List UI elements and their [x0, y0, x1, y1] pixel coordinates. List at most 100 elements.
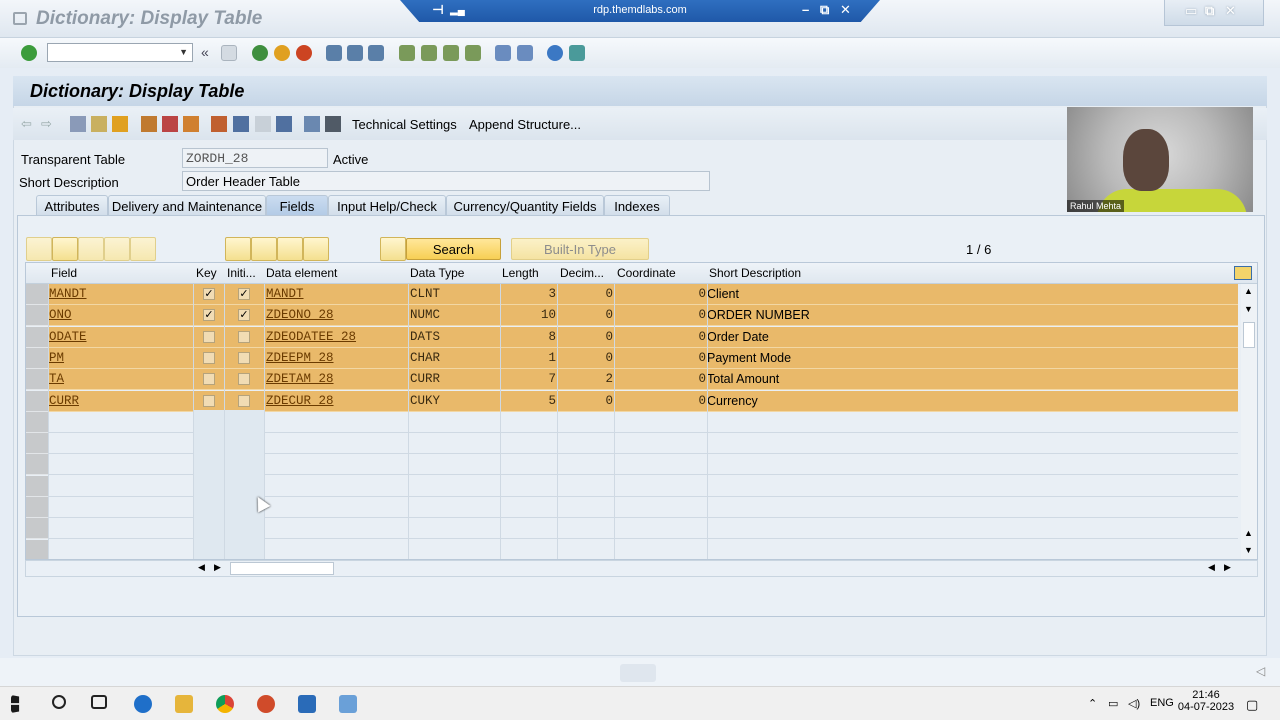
field-name-cell[interactable]: PM — [49, 351, 64, 365]
key-checkbox[interactable] — [203, 394, 215, 407]
field-name-cell[interactable]: ODATE — [49, 330, 87, 344]
table-row[interactable]: TA ZDETAM_28 CURR 7 2 0 Total Amount — [48, 369, 1238, 391]
find-icon[interactable] — [347, 45, 363, 61]
search-help-icon[interactable] — [380, 237, 406, 261]
search-icon[interactable] — [52, 695, 66, 709]
key-checkbox[interactable]: ✓ — [203, 288, 215, 300]
col-length[interactable]: Length — [502, 266, 539, 280]
scroll-down-icon-lower[interactable]: ▼ — [1244, 545, 1253, 555]
scroll-up-icon-lower[interactable]: ▲ — [1244, 528, 1253, 538]
save-icon[interactable] — [221, 45, 237, 61]
tab-attributes[interactable]: Attributes — [36, 195, 108, 215]
short-description-field[interactable]: Order Header Table — [182, 171, 710, 191]
initial-value-checkbox[interactable]: ✓ — [238, 288, 250, 300]
table-row[interactable]: PM ZDEEPM_28 CHAR 1 0 0 Payment Mode — [48, 347, 1238, 369]
tab-currency-quantity-fields[interactable]: Currency/Quantity Fields — [446, 195, 604, 215]
initial-value-checkbox[interactable] — [238, 394, 250, 407]
paste-icon[interactable] — [78, 237, 104, 261]
cancel-icon[interactable] — [296, 45, 312, 61]
search-button[interactable]: Search — [406, 238, 501, 260]
row-selector[interactable] — [26, 326, 48, 348]
back-arrow-icon[interactable]: ⇦ — [21, 116, 37, 132]
scroll-left-icon-right[interactable]: ◀ — [1208, 562, 1215, 573]
maximize-icon[interactable]: ⧉ — [1205, 3, 1214, 19]
minimize-icon[interactable]: ▭ — [1185, 3, 1197, 19]
col-coordinate[interactable]: Coordinate — [617, 266, 676, 280]
clock[interactable]: 21:46 04-07-2023 — [1176, 689, 1236, 713]
table-row[interactable]: CURR ZDECUR_28 CUKY 5 0 0 Currency — [48, 390, 1238, 412]
tab-delivery-maintenance[interactable]: Delivery and Maintenance — [108, 195, 266, 215]
row-selector[interactable] — [26, 433, 48, 455]
row-selector[interactable] — [26, 390, 48, 412]
technical-settings-button[interactable]: Technical Settings — [352, 117, 457, 132]
tab-input-help-check[interactable]: Input Help/Check — [328, 195, 446, 215]
previous-page-icon[interactable] — [421, 45, 437, 61]
page-down-icon[interactable] — [251, 237, 277, 261]
initial-value-checkbox[interactable] — [238, 330, 250, 343]
edge-icon[interactable] — [134, 695, 152, 713]
horizontal-scrollbar[interactable]: ◀ ▶ ◀ ▶ — [25, 560, 1258, 577]
network-icon[interactable]: ▭ — [1108, 697, 1118, 710]
task-view-icon[interactable] — [91, 695, 107, 709]
append-structure-button[interactable]: Append Structure... — [469, 117, 581, 132]
delete-row-icon[interactable] — [130, 237, 156, 261]
forward-arrow-icon[interactable]: ⇨ — [41, 116, 57, 132]
key-checkbox[interactable] — [203, 330, 215, 343]
rdp-restore-icon[interactable]: ⧉ — [820, 2, 829, 18]
activate-icon[interactable] — [112, 116, 128, 132]
sap-logon-icon[interactable] — [298, 695, 316, 713]
nav-window-icon[interactable] — [233, 116, 249, 132]
hierarchy-icon[interactable] — [211, 116, 227, 132]
data-element-cell[interactable]: ZDECUR_28 — [266, 394, 334, 408]
col-decimals[interactable]: Decim... — [560, 266, 604, 280]
filter-down-icon[interactable] — [225, 237, 251, 261]
col-field[interactable]: Field — [51, 266, 77, 280]
shortcut-icon[interactable] — [517, 45, 533, 61]
back-icon[interactable] — [252, 45, 268, 61]
initial-value-checkbox[interactable] — [238, 351, 250, 364]
powerpoint-icon[interactable] — [257, 695, 275, 713]
built-in-type-button[interactable]: Built-In Type — [511, 238, 649, 260]
layout-menu-icon[interactable] — [569, 45, 585, 61]
info-icon[interactable] — [276, 116, 292, 132]
tab-indexes[interactable]: Indexes — [604, 195, 670, 215]
key-checkbox[interactable] — [203, 351, 215, 364]
row-selector[interactable] — [26, 475, 48, 497]
col-short-description[interactable]: Short Description — [709, 266, 801, 280]
cut-icon[interactable] — [26, 237, 52, 261]
notifications-icon[interactable]: ▢ — [1246, 697, 1258, 713]
language-indicator[interactable]: ENG — [1150, 697, 1174, 709]
new-session-icon[interactable] — [495, 45, 511, 61]
print-icon[interactable] — [326, 45, 342, 61]
key-checkbox[interactable]: ✓ — [203, 309, 215, 322]
field-name-cell[interactable]: TA — [49, 372, 64, 386]
row-selector[interactable] — [26, 454, 48, 476]
field-name-cell[interactable]: CURR — [49, 394, 79, 408]
key-checkbox[interactable] — [203, 373, 215, 386]
collapse-icon[interactable]: « — [201, 44, 209, 60]
check-icon[interactable] — [91, 116, 107, 132]
display-change-icon[interactable] — [70, 116, 86, 132]
data-element-cell[interactable]: MANDT — [266, 287, 304, 301]
data-element-cell[interactable]: ZDEONO_28 — [266, 308, 334, 322]
row-selector[interactable] — [26, 347, 48, 369]
tab-fields[interactable]: Fields — [266, 195, 328, 215]
scroll-right-icon[interactable]: ▶ — [214, 562, 221, 573]
row-selector[interactable] — [26, 539, 48, 559]
data-element-cell[interactable]: ZDETAM_28 — [266, 372, 334, 386]
close-icon[interactable]: ✕ — [1225, 3, 1236, 19]
windows-start-icon[interactable] — [11, 695, 20, 713]
tray-expand-icon[interactable]: ⌃ — [1088, 697, 1097, 710]
table-row[interactable]: ONO ✓ ✓ ZDEONO_28 NUMC 10 0 0 ORDER NUMBER — [48, 305, 1238, 327]
sap-gui-icon[interactable] — [339, 695, 357, 713]
column-config-icon[interactable] — [1234, 266, 1252, 280]
initial-value-checkbox[interactable] — [238, 373, 250, 386]
help-icon[interactable] — [547, 45, 563, 61]
col-key[interactable]: Key — [196, 266, 217, 280]
page-up-icon[interactable] — [277, 237, 303, 261]
filter-up-icon[interactable] — [303, 237, 329, 261]
col-initial[interactable]: Initi... — [227, 266, 256, 280]
chrome-icon[interactable] — [216, 695, 234, 713]
vertical-scrollbar[interactable]: ▲ ▼ ▲ ▼ — [1241, 284, 1257, 559]
scroll-thumb[interactable] — [1243, 322, 1255, 348]
